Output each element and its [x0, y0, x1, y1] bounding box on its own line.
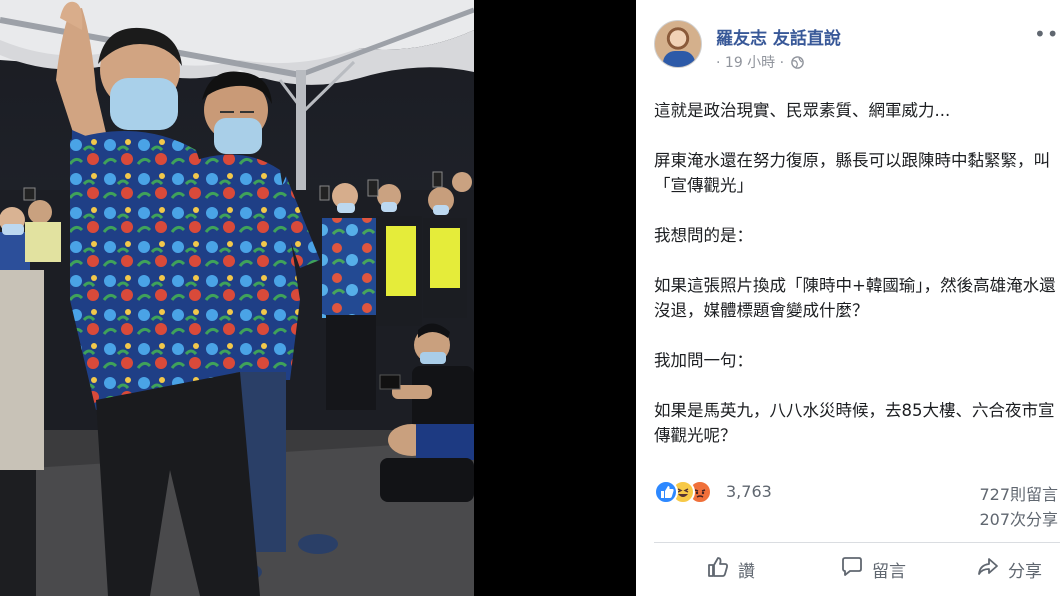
meta-dot-right: ·: [775, 55, 789, 71]
post-paragraph: 如果是馬英九，八八水災時候，去85大樓、六合夜市宣傳觀光呢？: [654, 401, 1055, 445]
post-paragraph: 我想問的是：: [654, 226, 753, 245]
share-count[interactable]: 207次分享: [979, 507, 1058, 532]
post-paragraph: 這就是政治現實、民眾素質、網軍威力...: [654, 101, 951, 120]
post-paragraph: 如果這張照片換成「陳時中+韓國瑜」，然後高雄淹水還沒退，媒體標題會變成什麼？: [654, 276, 1056, 320]
post-actions: 讚 留言 分享: [654, 548, 1060, 590]
avatar-shirt: [663, 51, 695, 67]
share-button[interactable]: 分享: [976, 554, 1042, 584]
globe-icon: [790, 56, 804, 73]
action-divider: [654, 542, 1060, 543]
facebook-post: 羅友志 友話直說 · 19 小時 · ••• 這就是政治現實、民眾素質、網軍威力…: [636, 0, 1060, 596]
share-label: 分享: [1008, 561, 1042, 582]
comment-button[interactable]: 留言: [840, 554, 906, 584]
photo-scene: [0, 0, 474, 596]
like-button[interactable]: 讚: [706, 554, 755, 584]
meta-dot-left: ·: [716, 55, 725, 71]
like-label: 讚: [738, 561, 755, 582]
post-header: 羅友志 友話直說 · 19 小時 · •••: [654, 18, 1060, 73]
comment-icon: [840, 555, 864, 584]
author-name[interactable]: 羅友志 友話直說: [716, 24, 841, 49]
like-reaction-icon: [654, 480, 678, 504]
post-meta: · 19 小時 ·: [716, 52, 804, 73]
post-time[interactable]: 19 小時: [725, 55, 775, 71]
image-gap: [474, 0, 636, 596]
comment-count[interactable]: 727則留言: [979, 482, 1058, 507]
reaction-count[interactable]: 3,763: [726, 482, 772, 501]
post-paragraph: 我加問一句：: [654, 351, 753, 370]
post-text: 這就是政治現實、民眾素質、網軍威力... 屏東淹水還在努力復原，縣長可以跟陳時中…: [654, 98, 1060, 473]
post-photo[interactable]: [0, 0, 474, 596]
more-options-icon[interactable]: •••: [1034, 22, 1060, 46]
engagement-stats: 727則留言 207次分享: [979, 482, 1058, 532]
share-icon: [976, 555, 1000, 584]
author-avatar[interactable]: [654, 20, 702, 68]
thumbs-up-icon: [706, 555, 730, 584]
post-paragraph: 屏東淹水還在努力復原，縣長可以跟陳時中黏緊緊，叫「宣傳觀光」: [654, 151, 1050, 195]
comment-label: 留言: [872, 561, 906, 582]
